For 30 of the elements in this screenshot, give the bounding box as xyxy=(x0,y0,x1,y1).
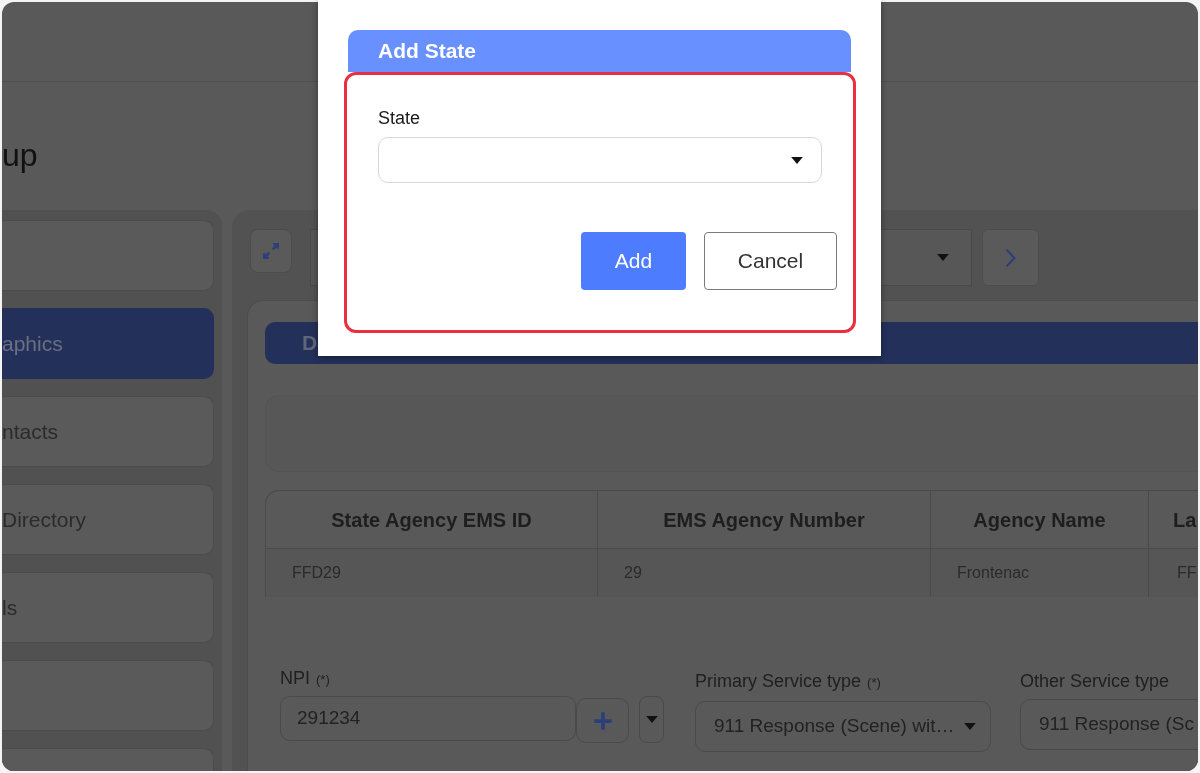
sidebar-item[interactable] xyxy=(2,220,214,291)
table-header-cell: La xyxy=(1149,491,1198,548)
table-header-cell: State Agency EMS ID xyxy=(266,491,598,548)
expand-icon xyxy=(262,242,280,260)
plus-button[interactable] xyxy=(576,698,629,743)
table-header-cell: EMS Agency Number xyxy=(598,491,931,548)
chevron-right-icon xyxy=(1005,247,1016,268)
field-label: Primary Service type (*) xyxy=(695,670,881,693)
page-title: up xyxy=(2,139,38,171)
sidebar-item[interactable]: aphics xyxy=(2,308,214,379)
caret-icon xyxy=(791,156,803,164)
field-label: NPI (*) xyxy=(280,667,330,690)
input-field[interactable]: 291234 xyxy=(280,696,576,741)
caret-icon xyxy=(964,723,976,730)
field-label: Other Service type xyxy=(1020,670,1170,692)
dialog-header: Add State xyxy=(348,30,851,72)
cancel-button[interactable]: Cancel xyxy=(704,232,837,290)
plus-icon xyxy=(592,710,613,731)
select-field[interactable]: 911 Response (Scene) wit… xyxy=(695,701,991,752)
select-field[interactable]: 911 Response (Sc xyxy=(1020,699,1198,750)
sidebar-item[interactable] xyxy=(2,660,214,731)
table-header-cell: Agency Name xyxy=(931,491,1149,548)
dropdown-button[interactable] xyxy=(639,696,664,743)
field-label: State xyxy=(378,107,421,129)
select-field[interactable] xyxy=(378,137,822,183)
caret-icon xyxy=(937,254,949,261)
next-button[interactable] xyxy=(982,229,1039,286)
add-button[interactable]: Add xyxy=(581,232,686,290)
caret-icon xyxy=(645,716,658,723)
expand-button[interactable] xyxy=(250,229,292,273)
